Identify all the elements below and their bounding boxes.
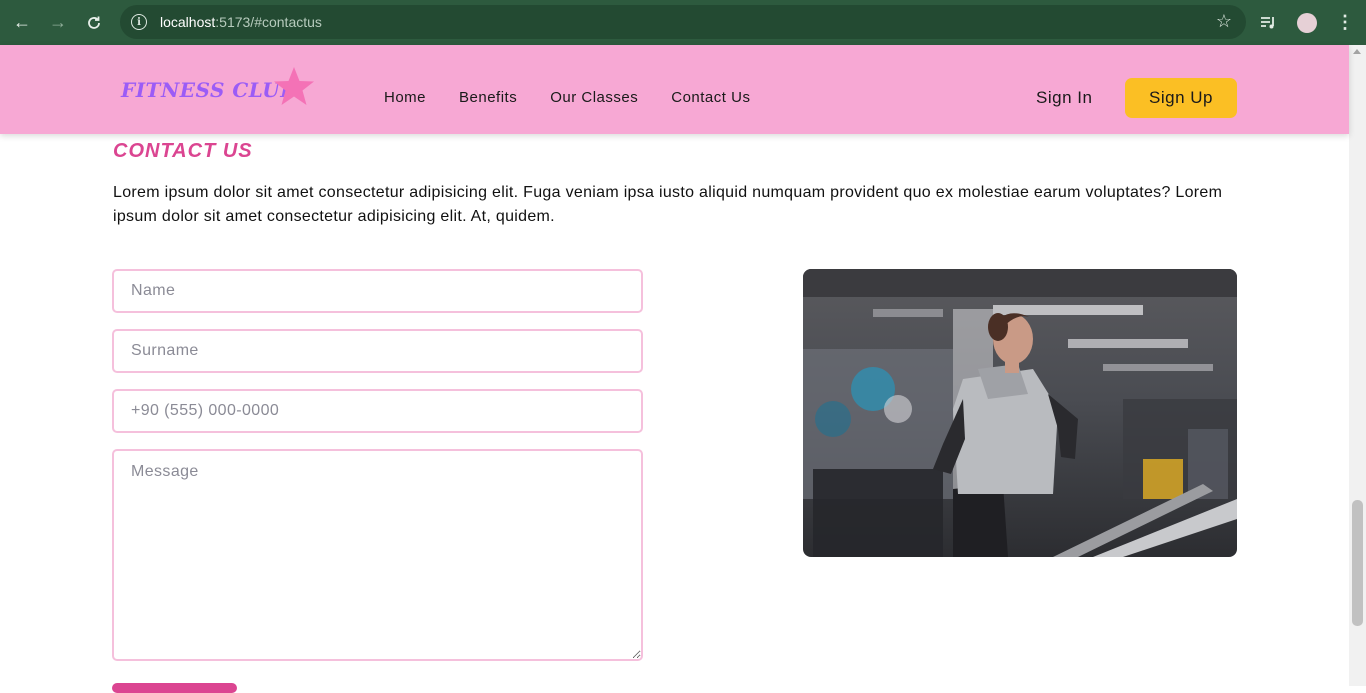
media-control-icon[interactable] — [1251, 6, 1285, 40]
nav-our-classes[interactable]: Our Classes — [550, 89, 638, 106]
logo-star-icon — [274, 67, 314, 105]
forward-icon[interactable]: → — [40, 5, 76, 41]
browser-menu-icon[interactable]: ⋮ — [1330, 12, 1360, 33]
back-icon[interactable]: ← — [4, 5, 40, 41]
contact-title: CONTACT US — [113, 140, 253, 162]
reload-icon[interactable] — [76, 5, 112, 41]
url-text[interactable]: localhost:5173/#contactus — [160, 14, 322, 30]
contact-description: Lorem ipsum dolor sit amet consectetur a… — [113, 184, 1223, 225]
address-bar[interactable]: i localhost:5173/#contactus ☆ — [120, 5, 1246, 39]
nav-home[interactable]: Home — [384, 89, 426, 106]
message-textarea[interactable] — [112, 449, 643, 661]
sign-up-button[interactable]: Sign Up — [1125, 78, 1237, 118]
main-nav: Home Benefits Our Classes Contact Us — [384, 89, 783, 106]
page-scrollbar[interactable] — [1349, 45, 1366, 686]
scrollbar-thumb[interactable] — [1352, 500, 1363, 626]
bookmark-star-icon[interactable]: ☆ — [1216, 11, 1232, 32]
contact-gym-photo — [803, 269, 1237, 557]
site-info-icon[interactable]: i — [131, 14, 147, 30]
scroll-up-arrow-icon[interactable] — [1353, 49, 1361, 54]
phone-input[interactable] — [112, 389, 643, 433]
browser-toolbar: ← → i localhost:5173/#contactus ☆ ⋮ — [0, 0, 1366, 45]
name-input[interactable] — [112, 269, 643, 313]
profile-avatar[interactable] — [1297, 12, 1317, 33]
sign-in-button[interactable]: Sign In — [1036, 88, 1092, 108]
nav-contact-us[interactable]: Contact Us — [671, 89, 750, 106]
nav-benefits[interactable]: Benefits — [459, 89, 517, 106]
site-header: FITNESS CLUB Home Benefits Our Classes C… — [0, 45, 1349, 134]
submit-button[interactable] — [112, 683, 237, 693]
surname-input[interactable] — [112, 329, 643, 373]
